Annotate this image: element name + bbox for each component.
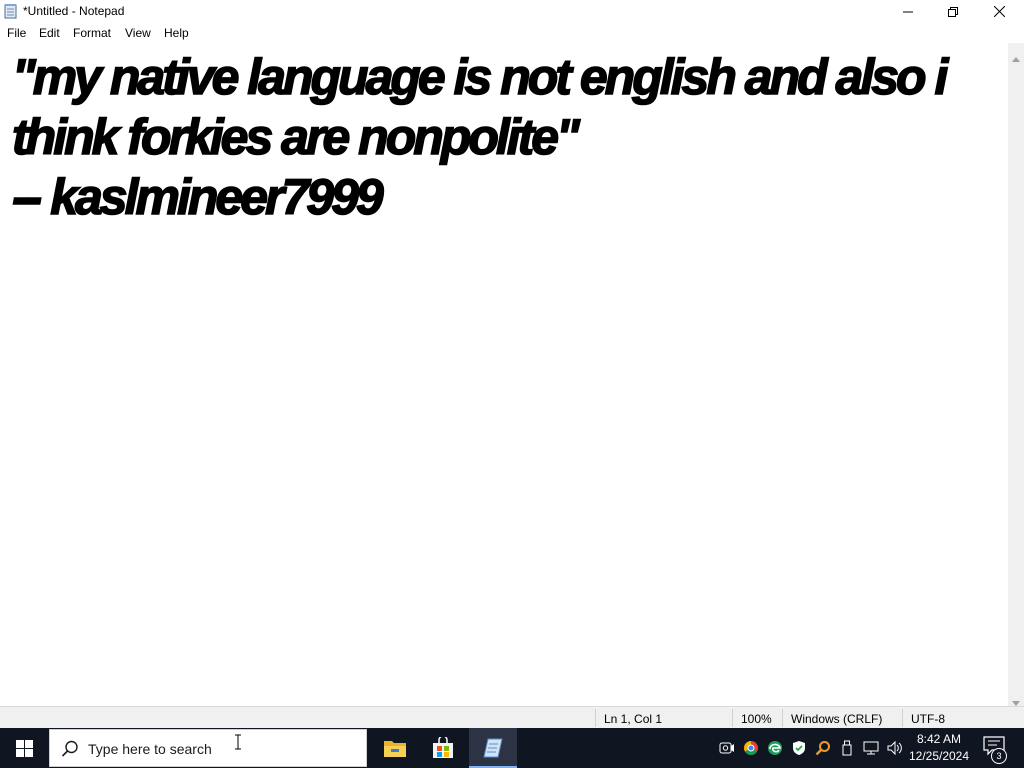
volume-icon[interactable] (886, 739, 904, 757)
editor-content[interactable]: "my native language is not english and a… (11, 47, 1008, 227)
file-explorer-icon (384, 741, 406, 757)
system-clock[interactable]: 8:42 AM 12/25/2024 (906, 731, 972, 765)
search-placeholder: Type here to search (88, 741, 212, 757)
status-bar: Ln 1, Col 1 100% Windows (CRLF) UTF-8 (0, 706, 1024, 729)
status-divider (902, 709, 903, 727)
zoom-level: 100% (741, 712, 772, 726)
text-cursor-icon (234, 734, 242, 755)
taskbar: Type here to search 8:42 AM 12/25/2024 3 (0, 728, 1024, 768)
menu-file[interactable]: File (7, 26, 26, 40)
clock-date: 12/25/2024 (908, 749, 970, 763)
window-title: *Untitled - Notepad (23, 4, 125, 18)
status-divider (782, 709, 783, 727)
restore-button[interactable] (930, 0, 976, 23)
notification-count-badge: 3 (991, 748, 1007, 764)
windows-security-icon[interactable] (790, 739, 808, 757)
cursor-position: Ln 1, Col 1 (604, 712, 663, 726)
usb-icon[interactable] (838, 739, 856, 757)
menu-bar: File Edit Format View Help (0, 23, 1024, 43)
minimize-button[interactable] (885, 0, 931, 23)
chrome-icon[interactable] (742, 739, 760, 757)
taskbar-search-box[interactable]: Type here to search (49, 729, 367, 767)
notepad-icon[interactable] (4, 4, 18, 19)
menu-view[interactable]: View (125, 26, 151, 40)
menu-format[interactable]: Format (73, 26, 111, 40)
microsoft-store-icon (433, 737, 453, 758)
status-divider (732, 709, 733, 727)
menu-help[interactable]: Help (164, 26, 189, 40)
line-ending: Windows (CRLF) (791, 712, 883, 726)
encoding: UTF-8 (911, 712, 945, 726)
network-icon[interactable] (862, 739, 880, 757)
close-button[interactable] (976, 0, 1022, 23)
edge-icon[interactable] (766, 739, 784, 757)
status-divider (595, 709, 596, 727)
clock-time: 8:42 AM (916, 732, 962, 746)
notepad-icon (483, 738, 503, 758)
search-icon (61, 740, 79, 763)
menu-edit[interactable]: Edit (39, 26, 60, 40)
notepad-taskbar-button[interactable] (469, 728, 517, 768)
title-bar: *Untitled - Notepad (0, 0, 1024, 23)
text-editor[interactable]: "my native language is not english and a… (0, 43, 1008, 706)
search-tool-icon[interactable] (814, 739, 832, 757)
meet-now-icon[interactable] (718, 739, 736, 757)
action-center-button[interactable]: 3 (978, 734, 1012, 764)
start-button[interactable] (0, 728, 48, 768)
microsoft-store-button[interactable] (419, 728, 467, 768)
file-explorer-button[interactable] (371, 728, 419, 768)
scroll-up-icon[interactable] (1012, 49, 1020, 67)
windows-logo-icon (15, 739, 33, 757)
vertical-scrollbar[interactable] (1008, 43, 1024, 706)
